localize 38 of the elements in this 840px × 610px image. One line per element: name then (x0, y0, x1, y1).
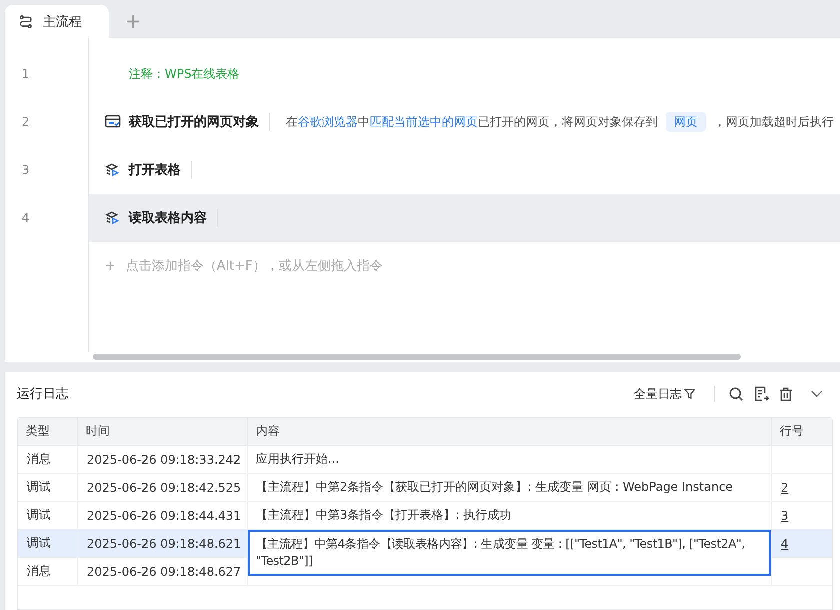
log-title: 运行日志 (17, 386, 70, 403)
line-link[interactable]: 4 (781, 536, 789, 550)
step-title: 读取表格内容 (129, 209, 218, 227)
column-header: 内容 (248, 418, 772, 445)
search-icon[interactable] (729, 386, 744, 402)
line-number: 4 (21, 210, 31, 227)
browser-window-icon (105, 115, 121, 129)
step-title: 打开表格 (129, 161, 192, 179)
line-link[interactable]: 2 (781, 480, 789, 494)
flow-tab[interactable]: 主流程 (5, 5, 109, 38)
step-row[interactable]: 读取表格内容 (89, 194, 840, 242)
scrollbar-thumb[interactable] (93, 354, 741, 360)
export-log-icon[interactable] (754, 386, 769, 402)
comment-text: 注释：WPS在线表格 (128, 66, 240, 82)
parameter-link[interactable]: 匹配当前选中的网页 (370, 114, 478, 128)
line-link[interactable]: 3 (781, 508, 789, 522)
column-header: 时间 (78, 418, 248, 445)
line-number: 3 (21, 162, 31, 179)
trash-icon[interactable] (779, 386, 793, 402)
table-cell: 2025-06-26 09:18:48.621 (78, 530, 248, 557)
step-row[interactable]: 打开表格 (89, 146, 840, 194)
parameter-link[interactable]: 谷歌浏览器 (298, 114, 358, 128)
column-header: 类型 (18, 418, 78, 445)
line-number: 2 (21, 114, 31, 131)
column-header: 行号 (779, 423, 805, 440)
expanded-cell: 【主流程】中第4条指令【读取表格内容】: 生成变量 变量 : [["Test1A", "Test1B"], ["Test2A", "Test2B"]] (248, 530, 771, 576)
log-filter-button[interactable]: 全量日志 (634, 386, 696, 402)
line-number: 1 (21, 66, 31, 83)
step-row[interactable]: 获取已打开的网页对象 在谷歌浏览器中匹配当前选中的网页已打开的网页，将网页对象保存到 网页 ，网页加载超时后执行 (89, 98, 840, 146)
table-cell: 调试 (18, 530, 78, 557)
variable-chip[interactable]: 网页 (666, 112, 706, 132)
layers-play-icon (105, 211, 121, 225)
flow-icon (19, 14, 33, 28)
filter-icon (684, 388, 696, 400)
layers-play-icon (105, 163, 121, 177)
step-description: 在谷歌浏览器中匹配当前选中的网页已打开的网页，将网页对象保存到 网页 ，网页加载超时后执行 (286, 114, 834, 130)
chevron-down-icon[interactable] (811, 390, 823, 398)
step-title: 获取已打开的网页对象 (129, 113, 270, 131)
